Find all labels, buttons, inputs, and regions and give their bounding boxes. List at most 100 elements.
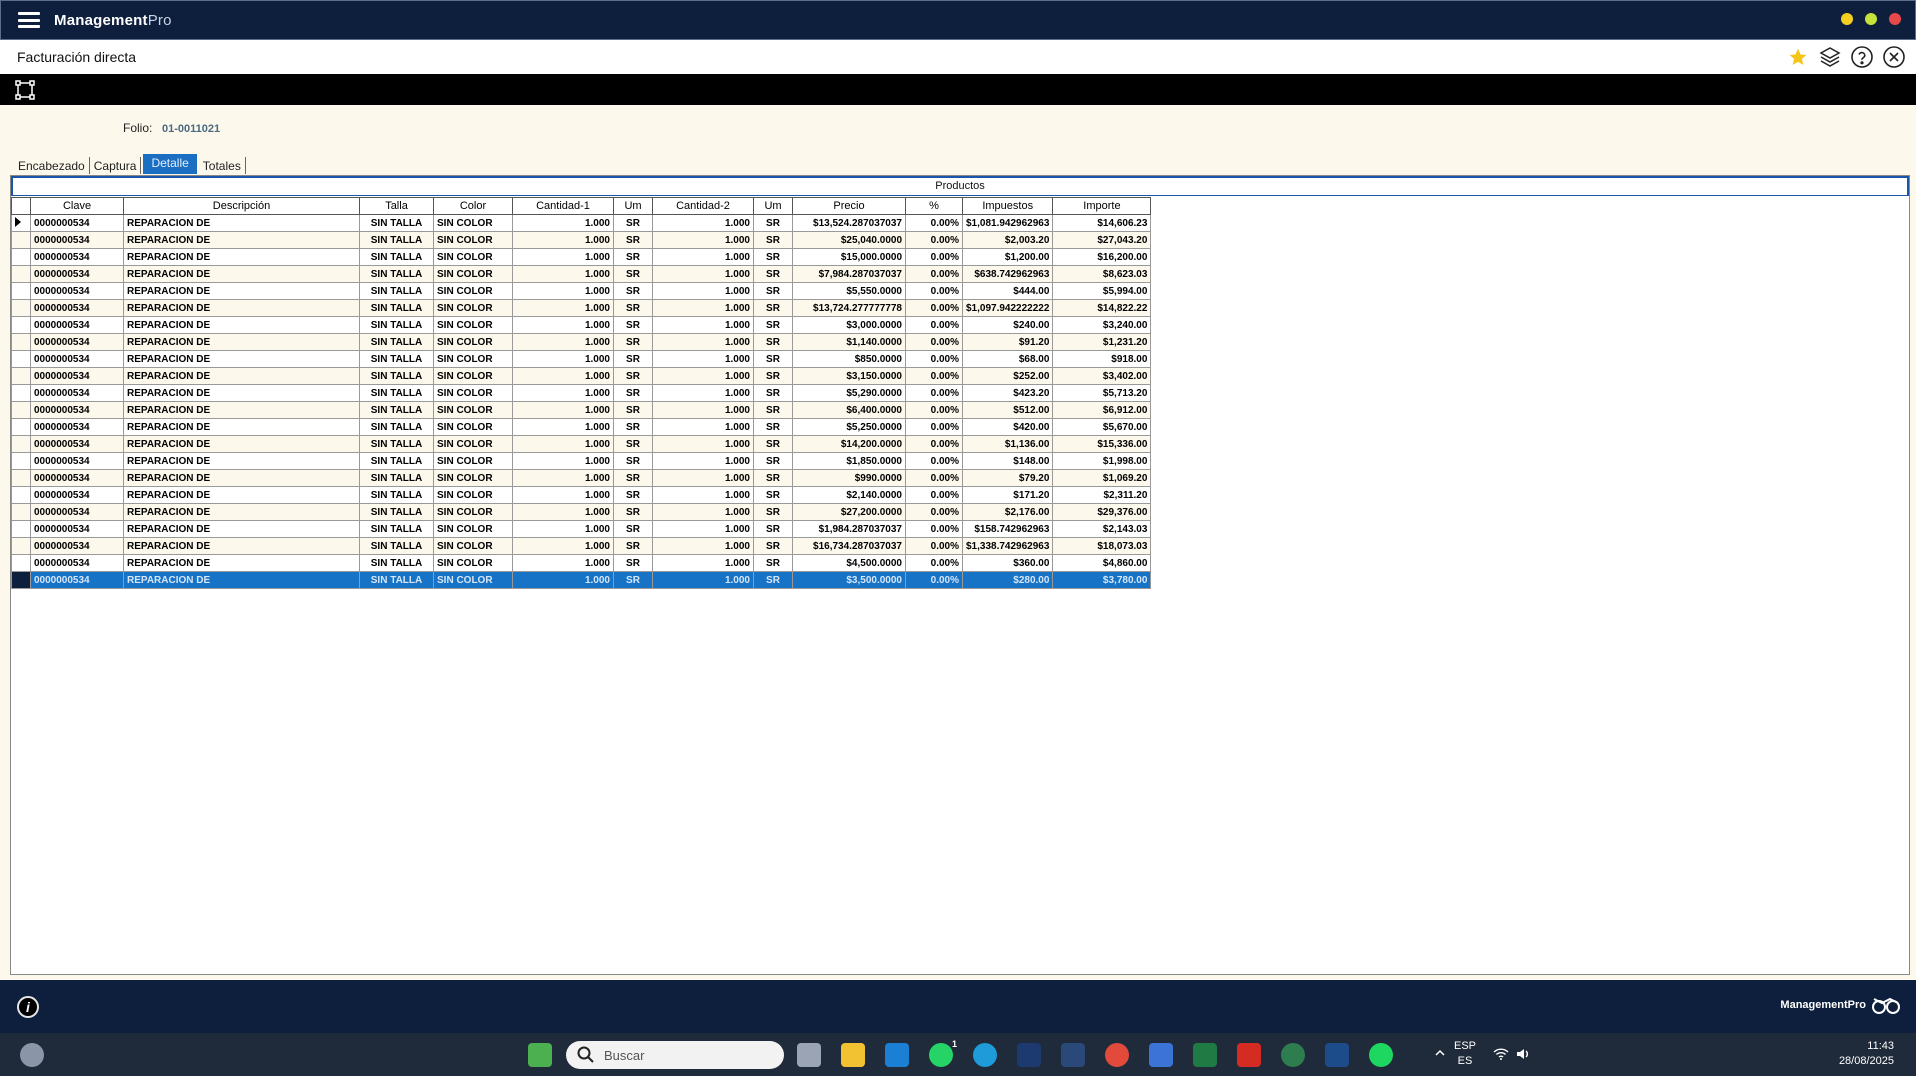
table-cell[interactable]: SIN TALLA [359, 265, 434, 283]
table-cell[interactable]: 0000000534 [30, 367, 124, 385]
row-indicator[interactable] [11, 554, 31, 572]
table-cell[interactable]: SR [753, 316, 793, 334]
close-icon[interactable] [1882, 45, 1906, 69]
table-cell[interactable]: 1.000 [512, 571, 614, 589]
row-indicator[interactable] [11, 571, 31, 589]
table-row[interactable]: 0000000534 REPARACION DE SIN TALLA SIN COLO… [11, 435, 1152, 453]
table-cell[interactable]: REPARACION DE [123, 554, 360, 572]
table-cell[interactable]: SIN TALLA [359, 401, 434, 419]
table-cell[interactable]: SIN COLOR [433, 214, 513, 232]
column-header[interactable]: Talla [359, 197, 434, 215]
table-cell[interactable]: 1.000 [512, 503, 614, 521]
table-cell[interactable]: SR [753, 435, 793, 453]
edge-icon[interactable] [973, 1043, 997, 1067]
table-cell[interactable]: 1.000 [512, 537, 614, 555]
table-cell[interactable]: $79.20 [961, 469, 1054, 487]
table-cell[interactable]: 0000000534 [30, 282, 124, 300]
table-cell[interactable]: SR [753, 231, 793, 249]
table-cell[interactable]: SIN COLOR [433, 384, 513, 402]
table-cell[interactable]: 1.000 [512, 435, 614, 453]
weather-icon[interactable] [20, 1043, 44, 1067]
table-cell[interactable]: $16,734.287037037 [792, 537, 906, 555]
table-cell[interactable]: 0.00% [905, 299, 963, 317]
table-cell[interactable]: $3,150.0000 [792, 367, 906, 385]
table-row[interactable]: 0000000534 REPARACION DE SIN TALLA SIN COLO… [11, 316, 1152, 334]
table-cell[interactable]: $5,550.0000 [792, 282, 906, 300]
table-cell[interactable]: SIN COLOR [433, 537, 513, 555]
table-cell[interactable]: $3,780.00 [1052, 571, 1152, 589]
chrome-icon[interactable] [1105, 1043, 1129, 1067]
chevron-up-icon[interactable] [1434, 1047, 1446, 1059]
table-cell[interactable]: SR [613, 265, 653, 283]
table-cell[interactable]: SIN TALLA [359, 520, 434, 538]
widgets-icon[interactable] [528, 1043, 552, 1067]
table-cell[interactable]: $15,000.0000 [792, 248, 906, 266]
row-indicator[interactable] [11, 248, 31, 266]
app-circle-icon[interactable] [1281, 1043, 1305, 1067]
row-indicator[interactable] [11, 435, 31, 453]
table-cell[interactable]: $4,860.00 [1052, 554, 1152, 572]
table-cell[interactable]: $68.00 [961, 350, 1054, 368]
table-cell[interactable]: $1,136.00 [961, 435, 1054, 453]
table-row[interactable]: 0000000534 REPARACION DE SIN TALLA SIN COLO… [11, 418, 1152, 436]
table-cell[interactable]: SR [753, 248, 793, 266]
table-cell[interactable]: 0000000534 [30, 401, 124, 419]
table-row[interactable]: 0000000534 REPARACION DE SIN TALLA SIN COLO… [11, 537, 1152, 555]
table-cell[interactable]: $512.00 [961, 401, 1054, 419]
table-cell[interactable]: SR [613, 486, 653, 504]
tab-captura[interactable]: Captura [92, 157, 142, 174]
table-row[interactable]: 0000000534 REPARACION DE SIN TALLA SIN COLO… [11, 367, 1152, 385]
table-cell[interactable]: $1,338.742962963 [961, 537, 1054, 555]
table-cell[interactable]: SR [613, 537, 653, 555]
table-cell[interactable]: 0.00% [905, 469, 963, 487]
table-cell[interactable]: SR [613, 503, 653, 521]
table-cell[interactable]: SIN COLOR [433, 554, 513, 572]
table-cell[interactable]: REPARACION DE [123, 299, 360, 317]
table-cell[interactable]: $25,040.0000 [792, 231, 906, 249]
table-cell[interactable]: SIN COLOR [433, 350, 513, 368]
table-cell[interactable]: 0000000534 [30, 265, 124, 283]
table-cell[interactable]: 0.00% [905, 384, 963, 402]
file-explorer-icon[interactable] [841, 1043, 865, 1067]
table-cell[interactable]: $2,311.20 [1052, 486, 1152, 504]
table-cell[interactable]: SR [753, 418, 793, 436]
table-cell[interactable]: $91.20 [961, 333, 1054, 351]
table-row[interactable]: 0000000534 REPARACION DE SIN TALLA SIN COLO… [11, 401, 1152, 419]
column-header[interactable]: Importe [1052, 197, 1152, 215]
row-indicator[interactable] [11, 231, 31, 249]
table-cell[interactable]: 1.000 [512, 367, 614, 385]
table-cell[interactable]: 1.000 [652, 333, 754, 351]
table-cell[interactable]: SIN COLOR [433, 401, 513, 419]
table-cell[interactable]: $13,524.287037037 [792, 214, 906, 232]
table-cell[interactable]: SIN COLOR [433, 435, 513, 453]
tab-totales[interactable]: Totales [201, 157, 246, 174]
table-cell[interactable]: 1.000 [652, 486, 754, 504]
table-cell[interactable]: SIN COLOR [433, 316, 513, 334]
table-cell[interactable]: 1.000 [512, 214, 614, 232]
clock[interactable]: 11:43 28/08/2025 [1839, 1039, 1894, 1069]
table-cell[interactable]: REPARACION DE [123, 265, 360, 283]
table-cell[interactable]: 1.000 [652, 384, 754, 402]
table-cell[interactable]: REPARACION DE [123, 367, 360, 385]
table-cell[interactable]: SR [753, 350, 793, 368]
table-cell[interactable]: 0.00% [905, 265, 963, 283]
table-cell[interactable]: 0000000534 [30, 299, 124, 317]
table-cell[interactable]: $240.00 [961, 316, 1054, 334]
table-cell[interactable]: 1.000 [652, 537, 754, 555]
row-indicator[interactable] [11, 469, 31, 487]
table-cell[interactable]: 1.000 [652, 571, 754, 589]
task-view-icon[interactable] [797, 1043, 821, 1067]
table-cell[interactable]: SR [613, 401, 653, 419]
table-cell[interactable]: $1,850.0000 [792, 452, 906, 470]
table-cell[interactable]: 1.000 [512, 401, 614, 419]
table-cell[interactable]: SR [753, 503, 793, 521]
table-cell[interactable]: 1.000 [652, 265, 754, 283]
table-cell[interactable]: 0000000534 [30, 520, 124, 538]
row-indicator[interactable] [11, 452, 31, 470]
table-cell[interactable]: SR [753, 299, 793, 317]
table-cell[interactable]: 0000000534 [30, 231, 124, 249]
table-cell[interactable]: 0.00% [905, 214, 963, 232]
table-cell[interactable]: $1,140.0000 [792, 333, 906, 351]
table-cell[interactable]: SR [613, 231, 653, 249]
table-cell[interactable]: SR [613, 282, 653, 300]
